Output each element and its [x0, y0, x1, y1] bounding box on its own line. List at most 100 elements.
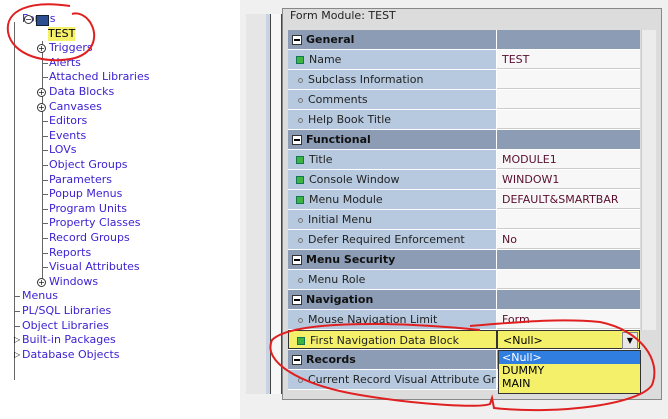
default-property-icon: [298, 277, 303, 283]
tree-item[interactable]: Object Libraries: [22, 319, 109, 333]
property-row[interactable]: Title MODULE1: [288, 150, 640, 170]
tree-item[interactable]: Program Units: [49, 202, 127, 216]
expand-toggle-icon[interactable]: +: [37, 44, 46, 54]
collapse-section-icon[interactable]: [292, 255, 302, 265]
tree-item[interactable]: Data Blocks: [49, 85, 114, 99]
property-value[interactable]: MODULE1: [497, 150, 640, 169]
property-value[interactable]: [497, 70, 640, 89]
property-value[interactable]: Form: [497, 310, 640, 329]
default-property-icon: [298, 317, 303, 323]
property-row[interactable]: Name TEST: [288, 50, 640, 70]
section-header[interactable]: Functional: [288, 130, 640, 150]
dropdown-list[interactable]: <Null> DUMMY MAIN: [498, 350, 641, 394]
dropdown-option[interactable]: MAIN: [499, 377, 640, 390]
tree-line: [42, 121, 48, 123]
expand-toggle-icon[interactable]: +: [37, 88, 46, 97]
dropdown-arrow-icon[interactable]: ▼: [622, 332, 638, 349]
tree-item[interactable]: Canvases: [49, 100, 102, 114]
tree-item[interactable]: Record Groups: [49, 231, 130, 245]
property-row[interactable]: Menu Module DEFAULT&SMARTBAR: [288, 190, 640, 210]
property-row[interactable]: Defer Required Enforcement No: [288, 230, 640, 250]
label-text: Title: [309, 153, 333, 166]
tree-item[interactable]: TEST: [48, 26, 76, 41]
tree-item[interactable]: Visual Attributes: [49, 260, 140, 274]
label-text: Console Window: [309, 173, 400, 186]
property-row[interactable]: Initial Menu: [288, 210, 640, 230]
property-label: Defer Required Enforcement: [288, 230, 497, 249]
tree-item[interactable]: Reports: [49, 246, 91, 260]
section-header[interactable]: Navigation: [288, 290, 640, 310]
property-value[interactable]: [497, 90, 640, 109]
collapse-section-icon[interactable]: [292, 355, 302, 365]
tree-line: [42, 223, 48, 225]
tree-item[interactable]: Built-in Packages: [22, 333, 116, 347]
collapse-toggle-icon: −: [24, 15, 33, 24]
tree-item[interactable]: Parameters: [49, 173, 112, 187]
property-value: [497, 30, 640, 49]
expand-toggle-icon[interactable]: +: [37, 277, 46, 287]
tree-line: [42, 77, 48, 79]
property-value[interactable]: DEFAULT&SMARTBAR: [497, 190, 640, 209]
expand-arrow-icon[interactable]: ▷: [14, 350, 20, 359]
label-text: Functional: [306, 133, 371, 146]
changed-property-icon: [296, 56, 304, 64]
tree-item[interactable]: Popup Menus: [49, 187, 122, 201]
tree-item[interactable]: Object Groups: [49, 158, 128, 172]
expand-toggle-icon[interactable]: +: [37, 102, 46, 112]
tree-item[interactable]: Editors: [49, 114, 87, 128]
collapse-section-icon[interactable]: [292, 135, 302, 145]
property-label: Title: [288, 150, 497, 169]
property-label: Navigation: [288, 290, 497, 309]
tree-item[interactable]: Windows: [49, 275, 98, 289]
tree-item[interactable]: Triggers: [49, 41, 93, 55]
label-text: Navigation: [306, 293, 374, 306]
label-text: Menu Module: [309, 193, 383, 206]
tree-item[interactable]: Property Classes: [49, 216, 140, 230]
dropdown-option[interactable]: <Null>: [499, 351, 640, 364]
property-label: Subclass Information: [288, 70, 497, 89]
default-property-icon: [298, 217, 303, 223]
label-text: Current Record Visual Attribute Group: [308, 373, 497, 386]
tree-line: [42, 194, 48, 196]
property-value[interactable]: [497, 210, 640, 229]
property-row[interactable]: First Navigation Data Block <Null> ▼: [288, 330, 640, 350]
property-row[interactable]: Mouse Navigation Limit Form: [288, 310, 640, 330]
default-property-icon: [298, 377, 303, 383]
section-header[interactable]: Menu Security: [288, 250, 640, 270]
tree-item[interactable]: Attached Libraries: [49, 70, 149, 84]
tree-line: [14, 296, 20, 298]
property-row[interactable]: Comments: [288, 90, 640, 110]
tree-item[interactable]: LOVs: [49, 143, 76, 157]
value-text: WINDOW1: [502, 173, 560, 186]
property-row[interactable]: Console Window WINDOW1: [288, 170, 640, 190]
tree-item[interactable]: PL/SQL Libraries: [22, 304, 111, 318]
tree-item[interactable]: Menus: [22, 289, 58, 303]
property-value[interactable]: [497, 270, 640, 289]
collapse-section-icon[interactable]: [292, 295, 302, 305]
collapse-section-icon[interactable]: [292, 35, 302, 45]
label-text: Menu Security: [306, 253, 396, 266]
property-label: Functional: [288, 130, 497, 149]
property-value[interactable]: <Null> ▼: [497, 330, 640, 349]
form-module-icon: [36, 15, 49, 26]
expand-arrow-icon[interactable]: ▷: [14, 336, 20, 344]
property-value[interactable]: TEST: [497, 50, 640, 69]
tree-line: [42, 165, 48, 166]
property-value[interactable]: [497, 110, 640, 129]
tree-item[interactable]: Alerts: [49, 56, 81, 70]
property-row[interactable]: Menu Role: [288, 270, 640, 290]
side-panel: [246, 14, 267, 394]
property-row[interactable]: Help Book Title: [288, 110, 640, 130]
changed-property-icon: [296, 196, 304, 204]
dropdown-option[interactable]: DUMMY: [499, 364, 640, 377]
tree-item[interactable]: Events: [49, 129, 86, 143]
tree-item[interactable]: Database Objects: [22, 348, 120, 362]
section-header[interactable]: General: [288, 30, 640, 50]
property-value[interactable]: No: [497, 230, 640, 249]
property-label: Comments: [288, 90, 497, 109]
label-text: Records: [306, 353, 356, 366]
vertical-scrollbar[interactable]: [641, 30, 656, 330]
property-row[interactable]: Subclass Information: [288, 70, 640, 90]
property-value[interactable]: WINDOW1: [497, 170, 640, 189]
value-text: Form: [502, 313, 530, 326]
